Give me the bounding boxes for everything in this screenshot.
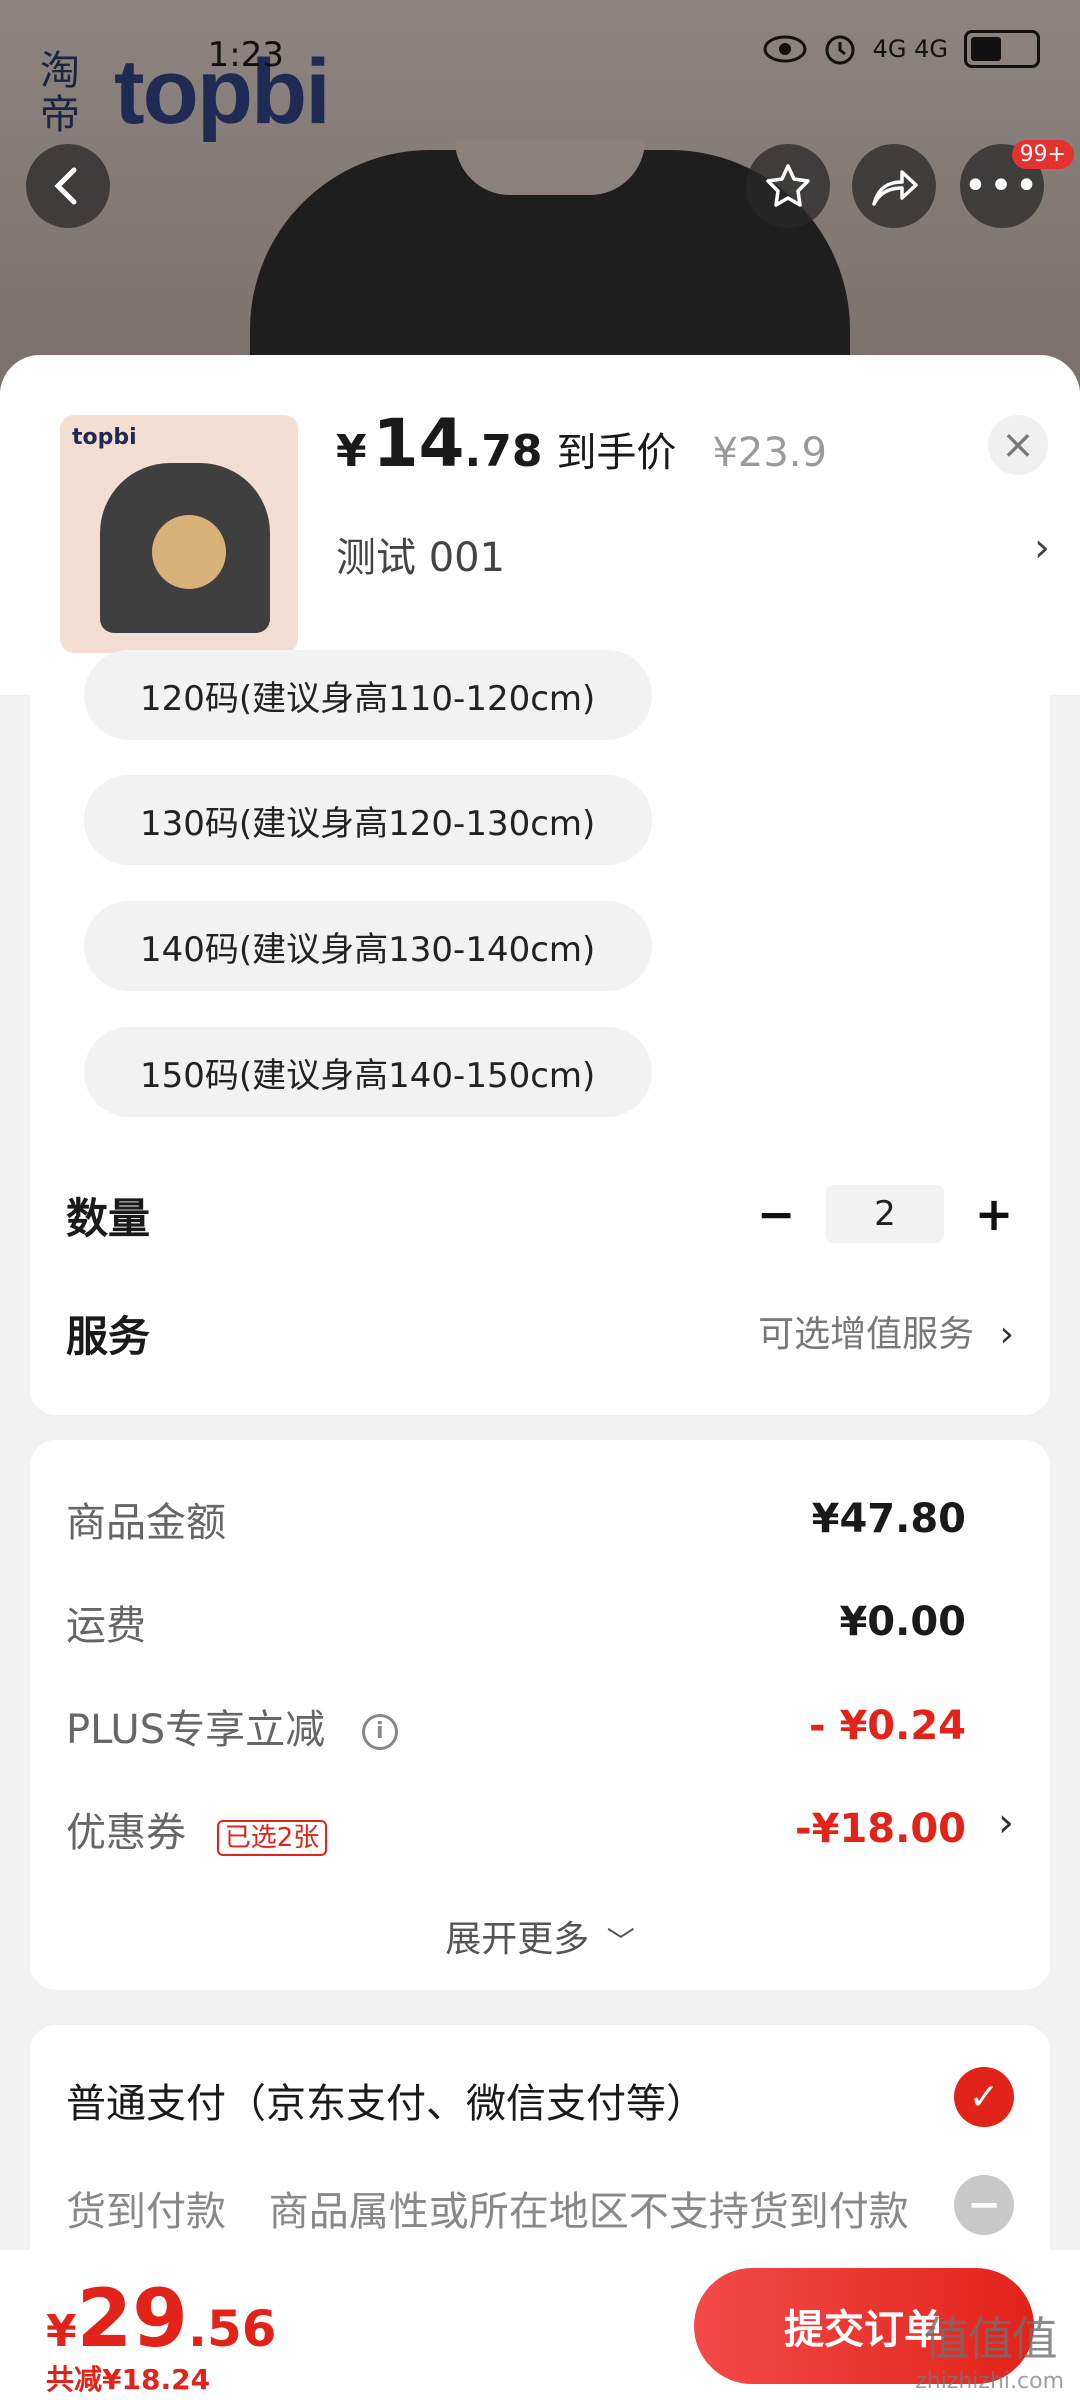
plus-discount-value: - ¥0.24 [808,1703,966,1749]
share-icon [872,170,918,206]
service-value: 可选增值服务 [758,1314,975,1355]
quantity-minus-button[interactable]: − [756,1187,796,1241]
close-icon: × [1001,422,1035,468]
back-button[interactable] [26,144,110,228]
quantity-plus-button[interactable]: + [974,1187,1014,1241]
status-bar: 1:23 4G 4G [208,30,1040,75]
price-symbol: ¥ [336,426,367,477]
sku-selector-sheet: topbi ¥ 14 .78 到手价 ¥23.9 × 测试 001 › 120码… [0,355,1080,2400]
watermark-url: zhizhizhi.com [915,2369,1064,2394]
chevron-right-icon[interactable]: › [1034,525,1050,571]
selected-check-icon[interactable]: ✓ [954,2067,1014,2127]
sheet-header: topbi ¥ 14 .78 到手价 ¥23.9 × 测试 001 › [0,355,1080,695]
shipping-label: 运费 [66,1603,146,1649]
close-button[interactable]: × [988,415,1048,475]
coupon-value: -¥18.00 [795,1806,966,1852]
size-option[interactable]: 130码(建议身高120-130cm) [84,775,652,865]
thumb-print [152,515,226,589]
network-indicator: 4G 4G [872,35,948,63]
cod-label: 货到付款 [66,2189,226,2235]
size-options-panel: 120码(建议身高110-120cm) 130码(建议身高120-130cm) … [30,650,1050,1415]
cost-summary-panel: 商品金额 ¥47.80 运费 ¥0.00 PLUS专享立减 i - ¥0.24 … [30,1440,1050,1990]
status-time: 1:23 [207,35,284,75]
quantity-label: 数量 [66,1194,151,1243]
size-option[interactable]: 140码(建议身高130-140cm) [84,901,652,991]
expand-more-button[interactable]: 展开更多 ﹀ [30,1910,1050,1962]
goods-amount-row: 商品金额 ¥47.80 [66,1490,966,1548]
selected-spec[interactable]: 测试 001 [336,525,505,583]
disabled-option-icon: − [954,2175,1014,2235]
info-icon[interactable]: i [361,1714,398,1750]
goods-amount-value: ¥47.80 [811,1496,966,1542]
coupon-tag: 已选2张 [216,1819,328,1856]
coupon-row[interactable]: 优惠券 已选2张 -¥18.00 [66,1800,966,1858]
service-label: 服务 [66,1312,151,1361]
chevron-down-icon: ﹀ [606,1925,635,1958]
total-price: ¥ 29 .56 [46,2272,277,2365]
total-integer: 29 [76,2272,188,2365]
share-button[interactable] [852,144,936,228]
shipping-row: 运费 ¥0.00 [66,1593,966,1651]
size-option[interactable]: 120码(建议身高110-120cm) [84,650,652,740]
watermark-logo: 值值值 [923,2312,1058,2366]
checkout-bar: ¥ 29 .56 共减¥18.24 提交订单 值值值 zhizhizhi.com [0,2250,1080,2400]
watermark: 值值值 zhizhizhi.com [915,2303,1064,2394]
quantity-stepper: − 2 + [756,1185,1014,1243]
product-thumbnail[interactable]: topbi [60,415,298,653]
chevron-right-icon[interactable]: › [998,1800,1014,1846]
size-option[interactable]: 150码(建议身高140-150cm) [84,1027,652,1117]
plus-discount-row: PLUS专享立减 i - ¥0.24 [66,1697,966,1755]
more-icon: ••• [963,163,1041,209]
brand-logo: 淘帝 topbi [40,40,331,145]
price-decimal: .78 [464,426,543,477]
back-arrow-icon [54,167,77,205]
shirt-collar [455,140,645,195]
cod-payment-option: 货到付款 商品属性或所在地区不支持货到付款 [66,2179,909,2237]
eye-icon [763,35,807,63]
star-icon [766,164,810,207]
normal-payment-option[interactable]: 普通支付（京东支付、微信支付等） [66,2071,706,2129]
battery-icon [964,30,1040,68]
total-saved: 共减¥18.24 [46,2363,211,2396]
brand-seal: 淘帝 [40,47,80,138]
price-row: ¥ 14 .78 到手价 ¥23.9 [336,405,827,482]
plus-discount-label: PLUS专享立减 [66,1707,326,1753]
notification-badge: 99+ [1011,140,1074,169]
cod-note: 商品属性或所在地区不支持货到付款 [268,2189,909,2235]
original-price: ¥23.9 [712,430,827,476]
price-integer: 14 [372,405,465,482]
service-selector[interactable]: 可选增值服务 › [758,1305,1014,1357]
alarm-icon [825,35,855,65]
chevron-right-icon: › [999,1314,1014,1355]
quantity-input[interactable]: 2 [826,1185,944,1243]
goods-amount-label: 商品金额 [66,1500,226,1546]
thumb-brand: topbi [72,425,137,450]
expand-more-label: 展开更多 [445,1919,590,1960]
coupon-label: 优惠券 [66,1810,186,1856]
shipping-value: ¥0.00 [839,1599,966,1645]
price-tag: 到手价 [556,430,677,476]
total-symbol: ¥ [46,2306,77,2357]
total-decimal: .56 [187,2300,277,2358]
favorite-button[interactable] [746,144,830,228]
